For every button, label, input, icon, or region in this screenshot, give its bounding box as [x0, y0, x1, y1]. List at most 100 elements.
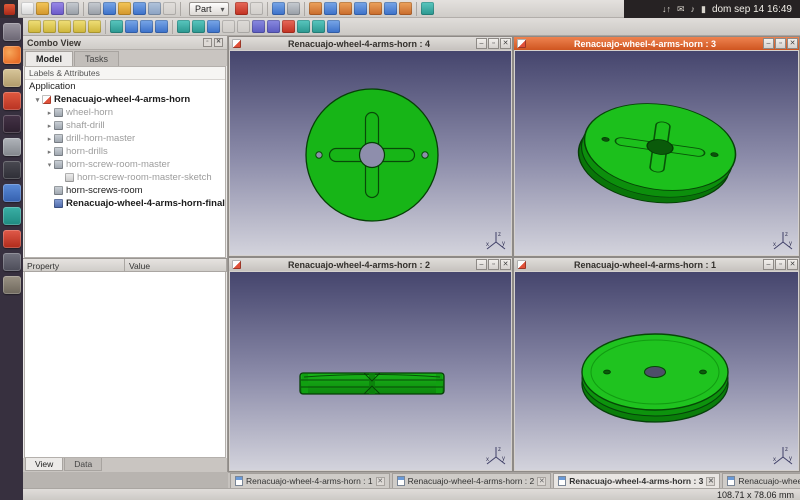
viewport-top[interactable]: z x y: [515, 272, 798, 470]
compound-icon[interactable]: [327, 20, 340, 33]
sweep-icon[interactable]: [267, 20, 280, 33]
window-titlebar[interactable]: Renacuajo-wheel-4-arms-horn : 3 – ▫ ✕: [514, 37, 799, 50]
document-tab-3[interactable]: Renacuajo-wheel-4-arms-horn : 3 ✕: [553, 473, 720, 488]
chamfer-icon[interactable]: [237, 20, 250, 33]
window-titlebar[interactable]: Renacuajo-wheel-4-arms-horn : 4 – ▫ ✕: [229, 37, 512, 50]
viewport-perspective[interactable]: z x y: [515, 51, 798, 255]
viewport-side[interactable]: z x y: [230, 272, 511, 470]
tree-item[interactable]: horn-screws-room: [25, 184, 225, 197]
redo-icon[interactable]: [148, 2, 161, 15]
property-table-body[interactable]: [24, 272, 226, 458]
torus-icon[interactable]: [88, 20, 101, 33]
tree-item[interactable]: ▸ horn-drills: [25, 145, 225, 158]
viewport-front[interactable]: z x y: [230, 51, 511, 255]
sphere-icon[interactable]: [58, 20, 71, 33]
terminal-icon[interactable]: [3, 115, 21, 133]
tree-item[interactable]: ▸ shaft-drill: [25, 119, 225, 132]
wheel-top-view[interactable]: [515, 272, 798, 470]
clock[interactable]: dom sep 14 16:49: [712, 4, 792, 15]
document-tab-2[interactable]: Renacuajo-wheel-4-arms-horn : 2 ✕: [392, 473, 552, 488]
boolean-intersect-icon[interactable]: [155, 20, 168, 33]
undo-icon[interactable]: [133, 2, 146, 15]
paste-icon[interactable]: [118, 2, 131, 15]
files-icon[interactable]: [3, 69, 21, 87]
expander-icon[interactable]: ▸: [45, 109, 54, 117]
close-button[interactable]: ✕: [787, 259, 798, 270]
image-viewer-icon[interactable]: [3, 161, 21, 179]
tab-close-icon[interactable]: ✕: [706, 477, 715, 486]
maximize-button[interactable]: ▫: [488, 38, 499, 49]
macro-record-icon[interactable]: [235, 2, 248, 15]
tab-data[interactable]: Data: [64, 458, 102, 471]
dash-icon[interactable]: [3, 23, 21, 41]
minimize-button[interactable]: –: [763, 38, 774, 49]
cylinder-icon[interactable]: [43, 20, 56, 33]
tree-item[interactable]: ▸ wheel-horn: [25, 106, 225, 119]
copy-icon[interactable]: [103, 2, 116, 15]
open-icon[interactable]: [36, 2, 49, 15]
section-icon[interactable]: [282, 20, 295, 33]
left-view-icon[interactable]: [399, 2, 412, 15]
axonometric-view-icon[interactable]: [309, 2, 322, 15]
thickness-icon[interactable]: [312, 20, 325, 33]
panel-close-button[interactable]: ✕: [214, 38, 223, 47]
minimize-button[interactable]: –: [476, 38, 487, 49]
bottom-view-icon[interactable]: [384, 2, 397, 15]
expander-icon[interactable]: ▸: [45, 122, 54, 130]
tab-tasks[interactable]: Tasks: [74, 51, 119, 66]
boolean-cut-icon[interactable]: [140, 20, 153, 33]
draw-style-icon[interactable]: [287, 2, 300, 15]
maximize-button[interactable]: ▫: [775, 38, 786, 49]
expander-icon[interactable]: ▾: [45, 161, 54, 169]
tree-item-application[interactable]: Application: [25, 80, 225, 93]
loft-icon[interactable]: [252, 20, 265, 33]
tab-view[interactable]: View: [25, 458, 63, 471]
maximize-button[interactable]: ▫: [775, 259, 786, 270]
freecad-launcher-icon[interactable]: [3, 230, 21, 248]
fit-all-icon[interactable]: [272, 2, 285, 15]
revolve-icon[interactable]: [192, 20, 205, 33]
cut-icon[interactable]: [88, 2, 101, 15]
minimize-button[interactable]: –: [763, 259, 774, 270]
shape-builder-icon[interactable]: [110, 20, 123, 33]
column-value[interactable]: Value: [125, 259, 227, 272]
window-titlebar[interactable]: Renacuajo-wheel-4-arms-horn : 2 – ▫ ✕: [229, 258, 512, 271]
workbench-selector[interactable]: Part: [189, 2, 229, 16]
mail-icon[interactable]: ✉: [677, 0, 685, 18]
document-tab-1[interactable]: Renacuajo-wheel-4-arms-horn : 1 ✕: [230, 473, 390, 488]
fillet-icon[interactable]: [222, 20, 235, 33]
text-editor-icon[interactable]: [3, 207, 21, 225]
tree-item[interactable]: ▾ horn-screw-room-master: [25, 158, 225, 171]
chromium-icon[interactable]: [3, 184, 21, 202]
column-property[interactable]: Property: [23, 259, 125, 272]
wheel-front-view[interactable]: [230, 51, 511, 255]
trash-icon[interactable]: [3, 276, 21, 294]
boolean-union-icon[interactable]: [125, 20, 138, 33]
gimp-icon[interactable]: [3, 138, 21, 156]
tab-close-icon[interactable]: ✕: [376, 477, 385, 486]
maximize-button[interactable]: ▫: [488, 259, 499, 270]
front-view-icon[interactable]: [324, 2, 337, 15]
save-icon[interactable]: [51, 2, 64, 15]
minimize-button[interactable]: –: [476, 259, 487, 270]
system-settings-icon[interactable]: [3, 253, 21, 271]
tree-item-final[interactable]: Renacuajo-wheel-4-arms-horn-final: [25, 197, 225, 210]
top-view-icon[interactable]: [339, 2, 352, 15]
network-icon[interactable]: ↓↑: [662, 0, 671, 18]
tree-item-document[interactable]: ▾ Renacuajo-wheel-4-arms-horn: [25, 93, 225, 106]
tab-model[interactable]: Model: [25, 51, 73, 66]
tree-item-sketch[interactable]: horn-screw-room-master-sketch: [25, 171, 225, 184]
new-document-icon[interactable]: [21, 2, 34, 15]
battery-icon[interactable]: ▮: [701, 0, 706, 18]
extrude-icon[interactable]: [177, 20, 190, 33]
mirror-icon[interactable]: [207, 20, 220, 33]
tab-close-icon[interactable]: ✕: [537, 477, 546, 486]
close-button[interactable]: ✕: [500, 38, 511, 49]
box-icon[interactable]: [28, 20, 41, 33]
panel-float-button[interactable]: ▫: [203, 38, 212, 47]
window-titlebar[interactable]: Renacuajo-wheel-4-arms-horn : 1 – ▫ ✕: [514, 258, 799, 271]
expander-icon[interactable]: ▸: [45, 135, 54, 143]
expander-icon[interactable]: ▸: [45, 148, 54, 156]
refresh-icon[interactable]: [163, 2, 176, 15]
firefox-icon[interactable]: [3, 46, 21, 64]
